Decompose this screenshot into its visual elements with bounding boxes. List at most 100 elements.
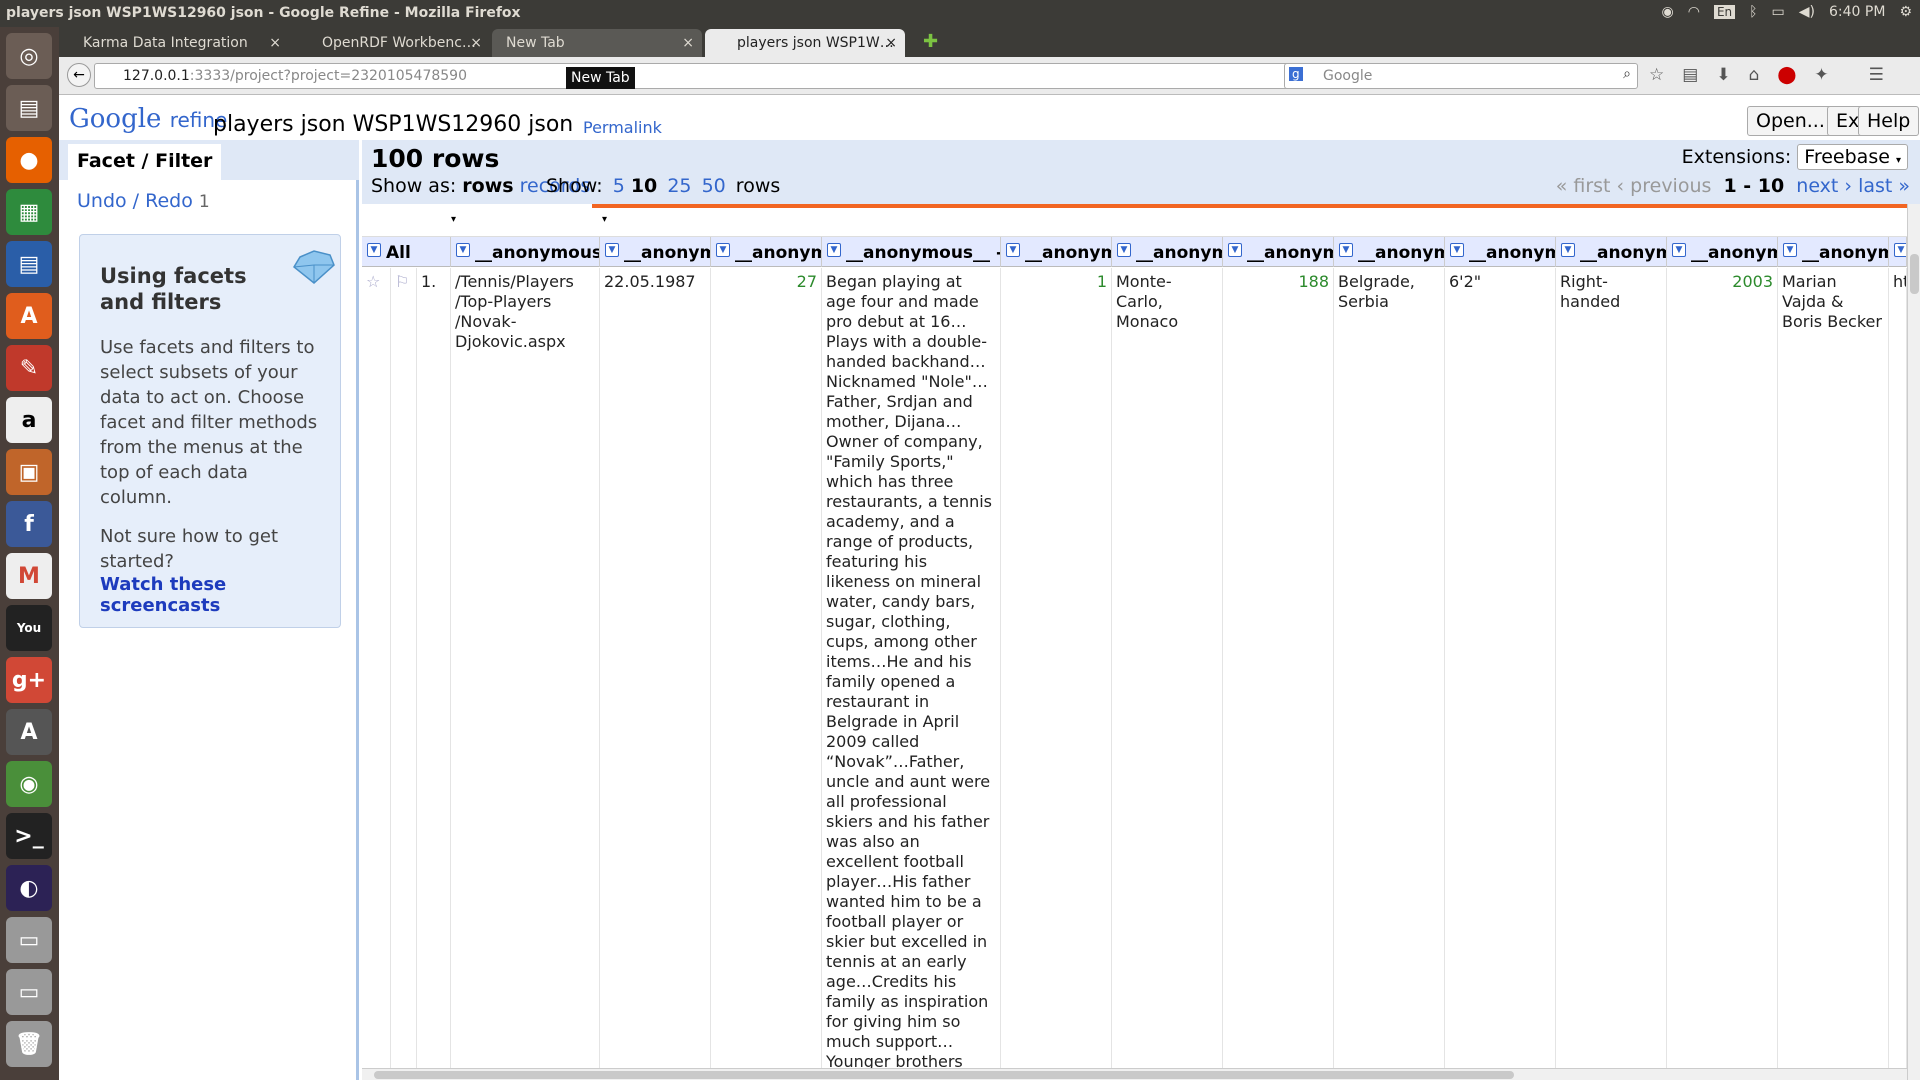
group-toggle-icon[interactable]: ▾ (451, 214, 456, 225)
drive2-icon[interactable]: ▭ (6, 969, 52, 1015)
tab-players-json[interactable]: players json WSP1W… × (705, 29, 905, 57)
scroll-thumb[interactable] (374, 1071, 1514, 1079)
tab-facet-filter[interactable]: Facet / Filter (68, 144, 222, 180)
dropdown-icon[interactable]: ▼ (1561, 243, 1575, 257)
clock[interactable]: 6:40 PM (1829, 4, 1885, 20)
dropdown-icon[interactable]: ▼ (1450, 243, 1464, 257)
star-icon[interactable]: ☆ (362, 268, 391, 1070)
horizontal-scrollbar[interactable] (362, 1068, 1907, 1080)
table-cell[interactable]: Right-handed (1556, 268, 1667, 1070)
chrome-tray-icon[interactable]: ◉ (1662, 4, 1674, 20)
downloads-icon[interactable]: ⬇ (1716, 65, 1730, 85)
dropdown-icon[interactable]: ▼ (716, 243, 730, 257)
wifi-icon[interactable]: ◠ (1688, 4, 1700, 20)
bookmarks-list-icon[interactable]: ▤ (1682, 65, 1698, 85)
open-button[interactable]: Open... (1747, 106, 1834, 136)
column-header[interactable]: ▼ __anonymo (1223, 237, 1334, 267)
eclipse-icon[interactable]: ◐ (6, 865, 52, 911)
column-header[interactable]: ▼ __anonymo (600, 237, 711, 267)
column-header[interactable]: ▼ __anonymo (1334, 237, 1445, 267)
table-cell[interactable]: Belgrade, Serbia (1334, 268, 1445, 1070)
screencasts-link[interactable]: Watch these screencasts (100, 574, 320, 616)
files-icon[interactable]: ▤ (6, 85, 52, 131)
writer-icon[interactable]: ▤ (6, 241, 52, 287)
column-header[interactable]: ▼ __anonymo (1112, 237, 1223, 267)
column-header[interactable]: ▼ (1889, 237, 1907, 267)
table-cell[interactable]: Began playing at age four and made pro d… (822, 268, 1001, 1070)
google-plus-icon[interactable]: g+ (6, 657, 52, 703)
keyboard-layout[interactable]: En (1713, 5, 1736, 19)
column-header-all[interactable]: ▼ All (362, 237, 451, 267)
dropdown-icon[interactable]: ▼ (1117, 243, 1131, 257)
tab-openrdf[interactable]: OpenRDF Workbenc… × (290, 29, 490, 57)
volume-icon[interactable]: ◀) (1799, 4, 1815, 20)
spreadsheet-icon[interactable]: ▦ (6, 189, 52, 235)
search-icon[interactable]: ⌕ (1623, 66, 1631, 82)
project-name[interactable]: players json WSP1WS12960 json (213, 112, 573, 137)
impress-icon[interactable]: ▣ (6, 449, 52, 495)
vertical-scrollbar[interactable] (1907, 204, 1920, 1080)
chrome-icon[interactable]: ◉ (6, 761, 52, 807)
rows-mode[interactable]: rows (462, 175, 513, 197)
facebook-icon[interactable]: f (6, 501, 52, 547)
close-icon[interactable]: × (269, 35, 281, 51)
update-manager-icon[interactable]: A (6, 709, 52, 755)
undo-redo-link[interactable]: Undo / Redo 1 (77, 190, 210, 212)
close-icon[interactable]: × (885, 35, 897, 51)
table-cell[interactable]: ht (1889, 268, 1907, 1070)
table-cell[interactable]: Monte-Carlo, Monaco (1112, 268, 1223, 1070)
pager-next[interactable]: next › (1796, 175, 1852, 197)
column-header[interactable]: ▼ __anonymo (1778, 237, 1889, 267)
trash-icon[interactable]: 🗑 (6, 1021, 52, 1067)
page-size-5[interactable]: 5 (613, 175, 625, 197)
tab-new-tab[interactable]: New Tab × (492, 29, 702, 57)
dropdown-icon[interactable]: ▼ (1783, 243, 1797, 257)
table-cell[interactable]: 22.05.1987 (600, 268, 711, 1070)
dropdown-icon[interactable]: ▼ (827, 243, 841, 257)
flag-icon[interactable]: ⚐ (391, 268, 417, 1070)
dropdown-icon[interactable]: ▼ (1672, 243, 1686, 257)
permalink-link[interactable]: Permalink (583, 118, 662, 137)
scroll-thumb[interactable] (1910, 254, 1919, 294)
table-cell[interactable]: 1 (1001, 268, 1112, 1070)
search-input[interactable]: g Google ⌕ (1284, 63, 1638, 89)
tab-karma[interactable]: Karma Data Integration × (69, 29, 289, 57)
battery-icon[interactable]: ▭ (1772, 4, 1785, 20)
amazon-icon[interactable]: a (6, 397, 52, 443)
settings-icon[interactable]: ✎ (6, 345, 52, 391)
dropdown-icon[interactable]: ▼ (1006, 243, 1020, 257)
new-tab-plus-icon[interactable]: ✚ (923, 31, 938, 52)
home-icon[interactable]: ⌂ (1749, 65, 1760, 85)
search-engine-icon[interactable]: g (1289, 67, 1303, 81)
close-icon[interactable]: × (470, 35, 482, 51)
table-cell[interactable]: 2003 (1667, 268, 1778, 1070)
column-header[interactable]: ▼ __anonymous_ (451, 237, 600, 267)
column-header[interactable]: ▼ __anonymo (1001, 237, 1112, 267)
page-size-10[interactable]: 10 (631, 175, 657, 197)
dash-icon[interactable]: ◎ (6, 33, 52, 79)
bluetooth-icon[interactable]: ᛒ (1749, 4, 1757, 20)
bookmark-star-icon[interactable]: ☆ (1649, 65, 1664, 85)
adblock-icon[interactable]: ⬤ (1777, 65, 1796, 85)
dropdown-icon[interactable]: ▼ (367, 243, 381, 257)
gmail-icon[interactable]: M (6, 553, 52, 599)
firefox-icon[interactable]: ● (6, 137, 52, 183)
column-header[interactable]: ▼ __anonymo (1445, 237, 1556, 267)
freebase-button[interactable]: Freebase ▾ (1797, 144, 1908, 170)
drive-icon[interactable]: ▭ (6, 917, 52, 963)
menu-icon[interactable]: ☰ (1869, 65, 1884, 85)
group-toggle-icon[interactable]: ▾ (602, 214, 607, 225)
close-icon[interactable]: × (682, 35, 694, 51)
url-bar[interactable]: 127.0.0.1:3333/project?project=232010547… (94, 63, 1309, 89)
software-center-icon[interactable]: A (6, 293, 52, 339)
youtube-icon[interactable]: You (6, 605, 52, 651)
refine-logo[interactable]: Google refine (69, 104, 227, 134)
column-header[interactable]: ▼ __anonymo (1556, 237, 1667, 267)
gear-icon[interactable]: ⚙ (1899, 4, 1912, 20)
dropdown-icon[interactable]: ▼ (1228, 243, 1242, 257)
column-header[interactable]: ▼ __anonymous__ - b (822, 237, 1001, 267)
dropdown-icon[interactable]: ▼ (1339, 243, 1353, 257)
back-arrow-icon[interactable]: ← (67, 63, 91, 87)
terminal-icon[interactable]: >_ (6, 813, 52, 859)
help-button[interactable]: Help (1858, 106, 1920, 136)
